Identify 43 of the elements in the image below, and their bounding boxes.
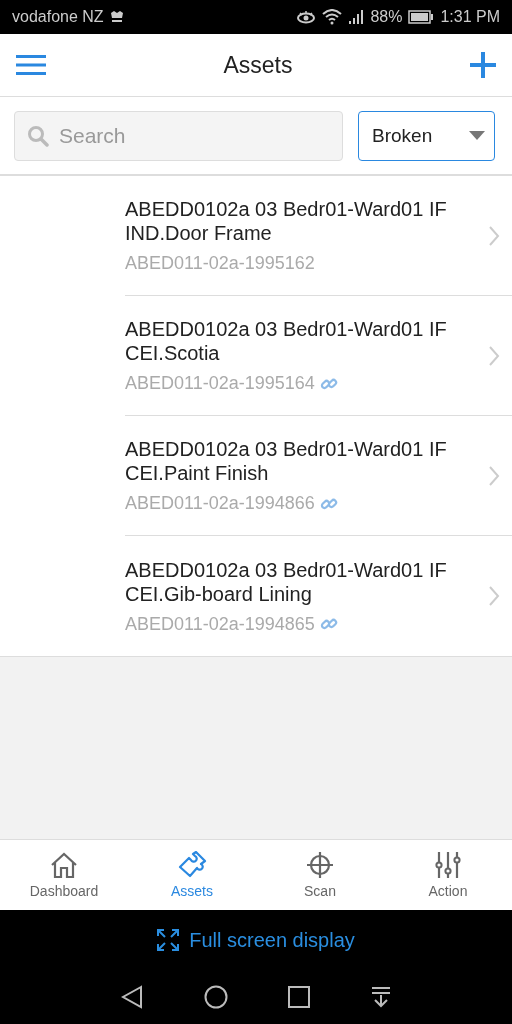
recents-icon[interactable] [288,986,311,1008]
clock-time: 1:31 PM [440,8,500,26]
nav-tab[interactable]: Dashboard [0,840,128,910]
asset-title: ABEDD0102a 03 Bedr01-Ward01 IF CEI.Paint Finish [125,437,448,485]
chevron-right-icon [488,585,500,607]
add-icon[interactable] [470,52,496,78]
asset-title: ABEDD0102a 03 Bedr01-Ward01 IF CEI.Gib-board Lining [125,557,448,606]
home-button-icon[interactable] [203,985,228,1009]
expand-icon [157,929,180,951]
nav-tab[interactable]: Scan [256,840,384,910]
asset-list-item[interactable]: ABEDD0102a 03 Bedr01-Ward01 IF CEI.Gib-board Lining ABED011-02a-1994865 [125,536,512,656]
battery-icon [408,10,435,24]
crosshair-icon [305,851,335,879]
notification-icon [109,10,124,24]
puzzle-icon [177,851,207,879]
screen-title: Assets [223,51,293,79]
asset-code: ABED011-02a-1995164 [125,373,315,394]
notification-pull-icon[interactable] [371,986,392,1008]
chevron-right-icon [488,344,500,367]
asset-list-item[interactable]: ABEDD0102a 03 Bedr01-Ward01 IF CEI.Scotia ABED011-02a-1995164 [125,296,512,416]
caret-icon [469,130,485,141]
chevron-right-icon [488,464,500,487]
asset-code: ABED011-02a-1994866 [125,493,315,514]
search-field[interactable]: Search [14,110,343,161]
asset-code: ABED011-02a-1994865 [125,613,315,635]
wifi-icon [322,9,343,25]
signal-icon [348,10,365,24]
asset-list-item[interactable]: ABEDD0102a 03 Bedr01-Ward01 IF CEI.Paint Finish ABED011-02a-1994866 [125,416,512,536]
asset-list-item[interactable]: ABEDD0102a 03 Bedr01-Ward01 IF IND.Door Frame ABED011-02a-1995162 [125,176,512,296]
battery-percent: 88% [370,8,403,26]
nav-tab[interactable]: Assets [128,840,256,910]
back-icon[interactable] [120,985,143,1009]
eye-icon [296,10,317,24]
carrier-name: vodafone NZ [12,8,104,26]
menu-icon[interactable] [16,54,46,76]
home-icon [49,851,79,879]
chevron-right-icon [488,224,500,247]
nav-tab[interactable]: Action [384,840,512,910]
status-dropdown[interactable]: Broken [358,110,495,161]
asset-code: ABED011-02a-1995162 [125,253,315,274]
sliders-icon [433,851,463,879]
asset-title: ABEDD0102a 03 Bedr01-Ward01 IF IND.Door Frame [125,197,448,245]
asset-title: ABEDD0102a 03 Bedr01-Ward01 IF CEI.Scotia [125,317,448,365]
